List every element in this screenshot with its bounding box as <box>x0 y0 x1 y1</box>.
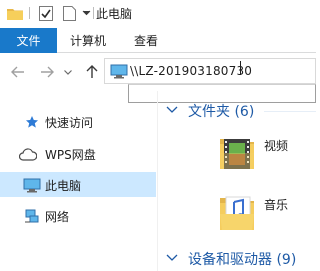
text-cursor <box>240 61 241 75</box>
video-folder-icon <box>214 129 262 177</box>
folder-icon <box>6 5 24 21</box>
group-title: 设备和驱动器 (9) <box>188 252 297 268</box>
folder-label: 音乐 <box>264 198 289 212</box>
nav-item-wps-cloud[interactable]: WPS网盘 <box>0 141 156 166</box>
music-folder-icon <box>214 188 262 236</box>
up-arrow-icon[interactable] <box>82 62 102 82</box>
group-header-folders[interactable]: 文件夹 (6) <box>166 99 316 121</box>
folder-item-music[interactable]: 音乐 <box>214 188 314 240</box>
content-pane: 文件夹 (6) 视频 音乐 设备和驱动器 (9) <box>158 91 316 271</box>
nav-item-label: 此电脑 <box>45 179 82 193</box>
nav-item-label: WPS网盘 <box>45 148 96 162</box>
address-input[interactable]: \\LZ-201903180730 <box>130 64 252 78</box>
computer-icon <box>23 176 41 194</box>
group-header-devices[interactable]: 设备和驱动器 (9) <box>166 247 316 269</box>
chevron-down-icon <box>166 103 180 117</box>
nav-item-this-pc[interactable]: 此电脑 <box>0 172 156 197</box>
nav-item-label: 快速访问 <box>45 116 94 130</box>
chevron-down-icon <box>166 251 180 265</box>
computer-icon <box>110 64 128 82</box>
new-folder-icon[interactable] <box>60 5 78 21</box>
title-bar: 此电脑 <box>0 0 316 28</box>
navigation-pane: 快速访问 WPS网盘 此电脑 网络 <box>0 91 158 271</box>
checkmark-properties-icon[interactable] <box>37 5 55 21</box>
folder-label: 视频 <box>264 139 289 153</box>
tab-computer[interactable]: 计算机 <box>70 28 106 53</box>
nav-item-network[interactable]: 网络 <box>0 203 156 228</box>
recent-locations-chevron-icon[interactable] <box>62 62 74 82</box>
network-icon <box>23 207 41 225</box>
folder-item-videos[interactable]: 视频 <box>214 129 314 181</box>
forward-arrow-icon[interactable] <box>37 62 57 82</box>
group-divider <box>264 111 316 112</box>
nav-item-quick-access[interactable]: 快速访问 <box>0 109 156 134</box>
tab-view[interactable]: 查看 <box>134 28 158 53</box>
title-separator <box>29 7 30 19</box>
customize-toolbar-chevron-icon[interactable] <box>80 5 92 21</box>
nav-item-label: 网络 <box>45 210 70 224</box>
back-arrow-icon[interactable] <box>8 62 28 82</box>
ribbon-tabs: 文件 计算机 查看 <box>0 28 316 53</box>
title-separator <box>93 7 94 19</box>
cloud-icon <box>19 145 37 163</box>
address-bar[interactable]: \\LZ-201903180730 <box>104 58 316 84</box>
tab-file[interactable]: 文件 <box>0 28 57 53</box>
group-title: 文件夹 (6) <box>188 104 255 120</box>
pin-star-icon <box>23 113 41 131</box>
window-title: 此电脑 <box>96 7 133 21</box>
